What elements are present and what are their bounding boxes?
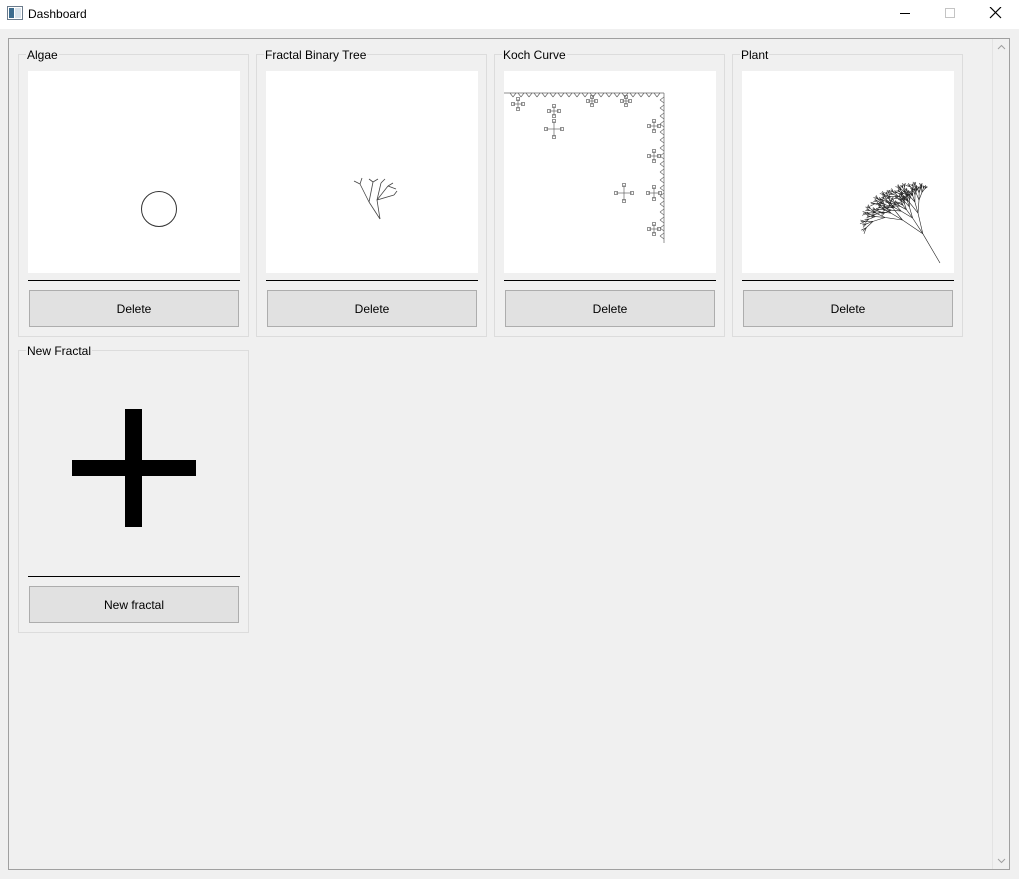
new-fractal-preview [28, 367, 240, 569]
scroll-up-arrow-icon[interactable] [996, 42, 1007, 53]
divider-line [266, 280, 478, 281]
app-window-icon [7, 6, 23, 20]
fractal-card-binary-tree: Fractal Binary Tree Delete [256, 49, 487, 337]
plant-image [859, 181, 941, 264]
plus-icon [72, 409, 196, 527]
divider-line [28, 576, 240, 577]
card-title: Algae [26, 48, 59, 62]
divider-line [504, 280, 716, 281]
binary-tree-image [353, 177, 398, 220]
algae-preview [28, 71, 240, 273]
koch-curve-image [504, 92, 665, 243]
new-fractal-button[interactable]: New fractal [29, 586, 239, 623]
koch-curve-preview [504, 71, 716, 273]
card-title: Koch Curve [502, 48, 567, 62]
delete-button[interactable]: Delete [743, 290, 953, 327]
delete-button[interactable]: Delete [505, 290, 715, 327]
delete-button[interactable]: Delete [29, 290, 239, 327]
fractal-card-algae: Algae Delete [18, 49, 249, 337]
title-bar: Dashboard [0, 0, 1019, 29]
scroll-down-arrow-icon[interactable] [996, 855, 1007, 866]
maximize-icon [945, 8, 955, 18]
card-title: Fractal Binary Tree [264, 48, 368, 62]
close-button[interactable] [973, 0, 1019, 29]
binary-tree-preview [266, 71, 478, 273]
window-title: Dashboard [28, 7, 87, 21]
minimize-icon [900, 13, 910, 14]
delete-button[interactable]: Delete [267, 290, 477, 327]
algae-image [141, 191, 177, 227]
new-fractal-card: New Fractal New fractal [18, 345, 249, 633]
plant-preview [742, 71, 954, 273]
fractal-card-koch-curve: Koch Curve Delete [494, 49, 725, 337]
divider-line [28, 280, 240, 281]
card-title: Plant [740, 48, 770, 62]
close-icon [989, 7, 1002, 19]
card-title: New Fractal [26, 344, 93, 358]
vertical-scrollbar[interactable] [992, 39, 1009, 869]
fractal-card-plant: Plant Delete [732, 49, 963, 337]
divider-line [742, 280, 954, 281]
minimize-button[interactable] [882, 0, 928, 29]
maximize-button[interactable] [927, 0, 973, 29]
